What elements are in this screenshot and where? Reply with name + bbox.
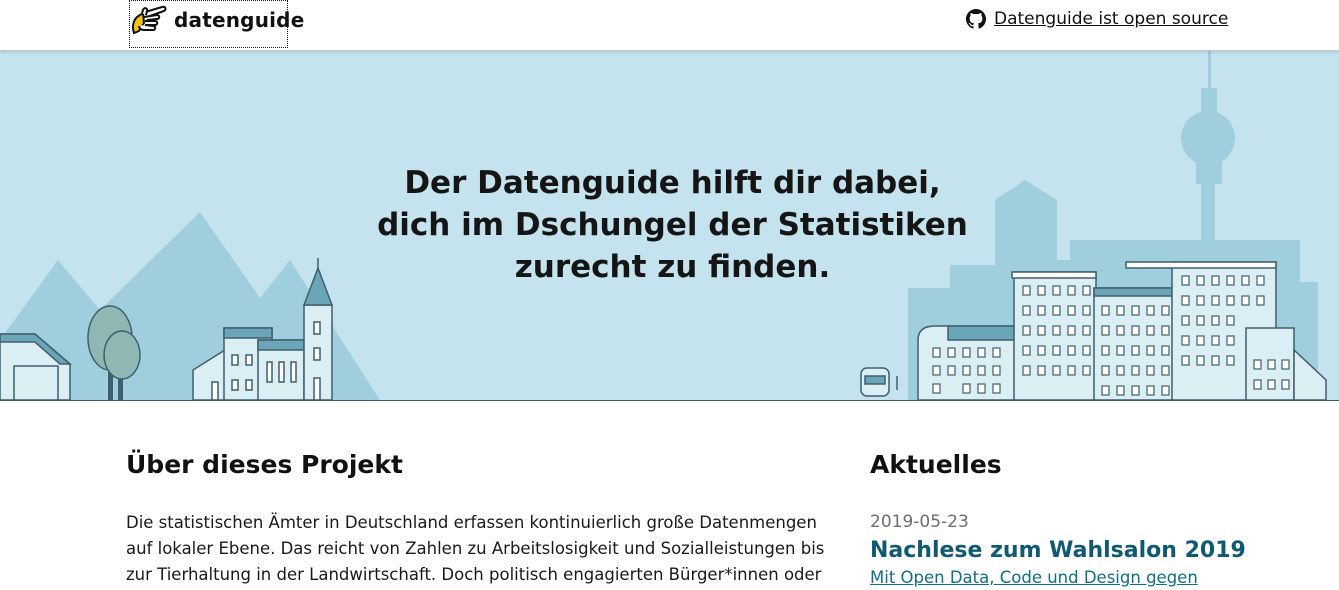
github-link-label: Datenguide ist open source <box>994 9 1229 29</box>
site-header: datenguide Datenguide ist open source <box>0 0 1339 51</box>
about-text: Die statistischen Ämter in Deutschland e… <box>126 513 825 584</box>
home-logo-link[interactable]: datenguide <box>129 0 304 48</box>
news-section: Aktuelles 2019-05-23 Nachlese zum Wahlsa… <box>870 448 1246 590</box>
news-heading: Aktuelles <box>870 450 1002 479</box>
github-icon <box>966 9 986 29</box>
github-link[interactable]: Datenguide ist open source <box>966 7 1228 31</box>
bus-icon <box>860 367 898 397</box>
about-section: Über dieses Projekt Die statistischen Äm… <box>126 448 846 588</box>
about-heading: Über dieses Projekt <box>126 450 403 479</box>
news-title-link[interactable]: Nachlese zum Wahlsalon 2019 <box>870 536 1246 566</box>
news-teaser-link[interactable]: Mit Open Data, Code und Design gegen <box>870 566 1210 590</box>
news-date: 2019-05-23 <box>870 512 969 532</box>
hero-banner: Der Datenguide hilft dir dabei, dich im … <box>0 50 1339 401</box>
news-item: 2019-05-23 Nachlese zum Wahlsalon 2019 M… <box>870 510 1246 590</box>
pointing-hand-icon <box>132 5 167 35</box>
logo-text: datenguide <box>174 8 305 32</box>
tv-tower <box>1181 50 1235 264</box>
hero-headline: Der Datenguide hilft dir dabei, dich im … <box>377 165 968 285</box>
